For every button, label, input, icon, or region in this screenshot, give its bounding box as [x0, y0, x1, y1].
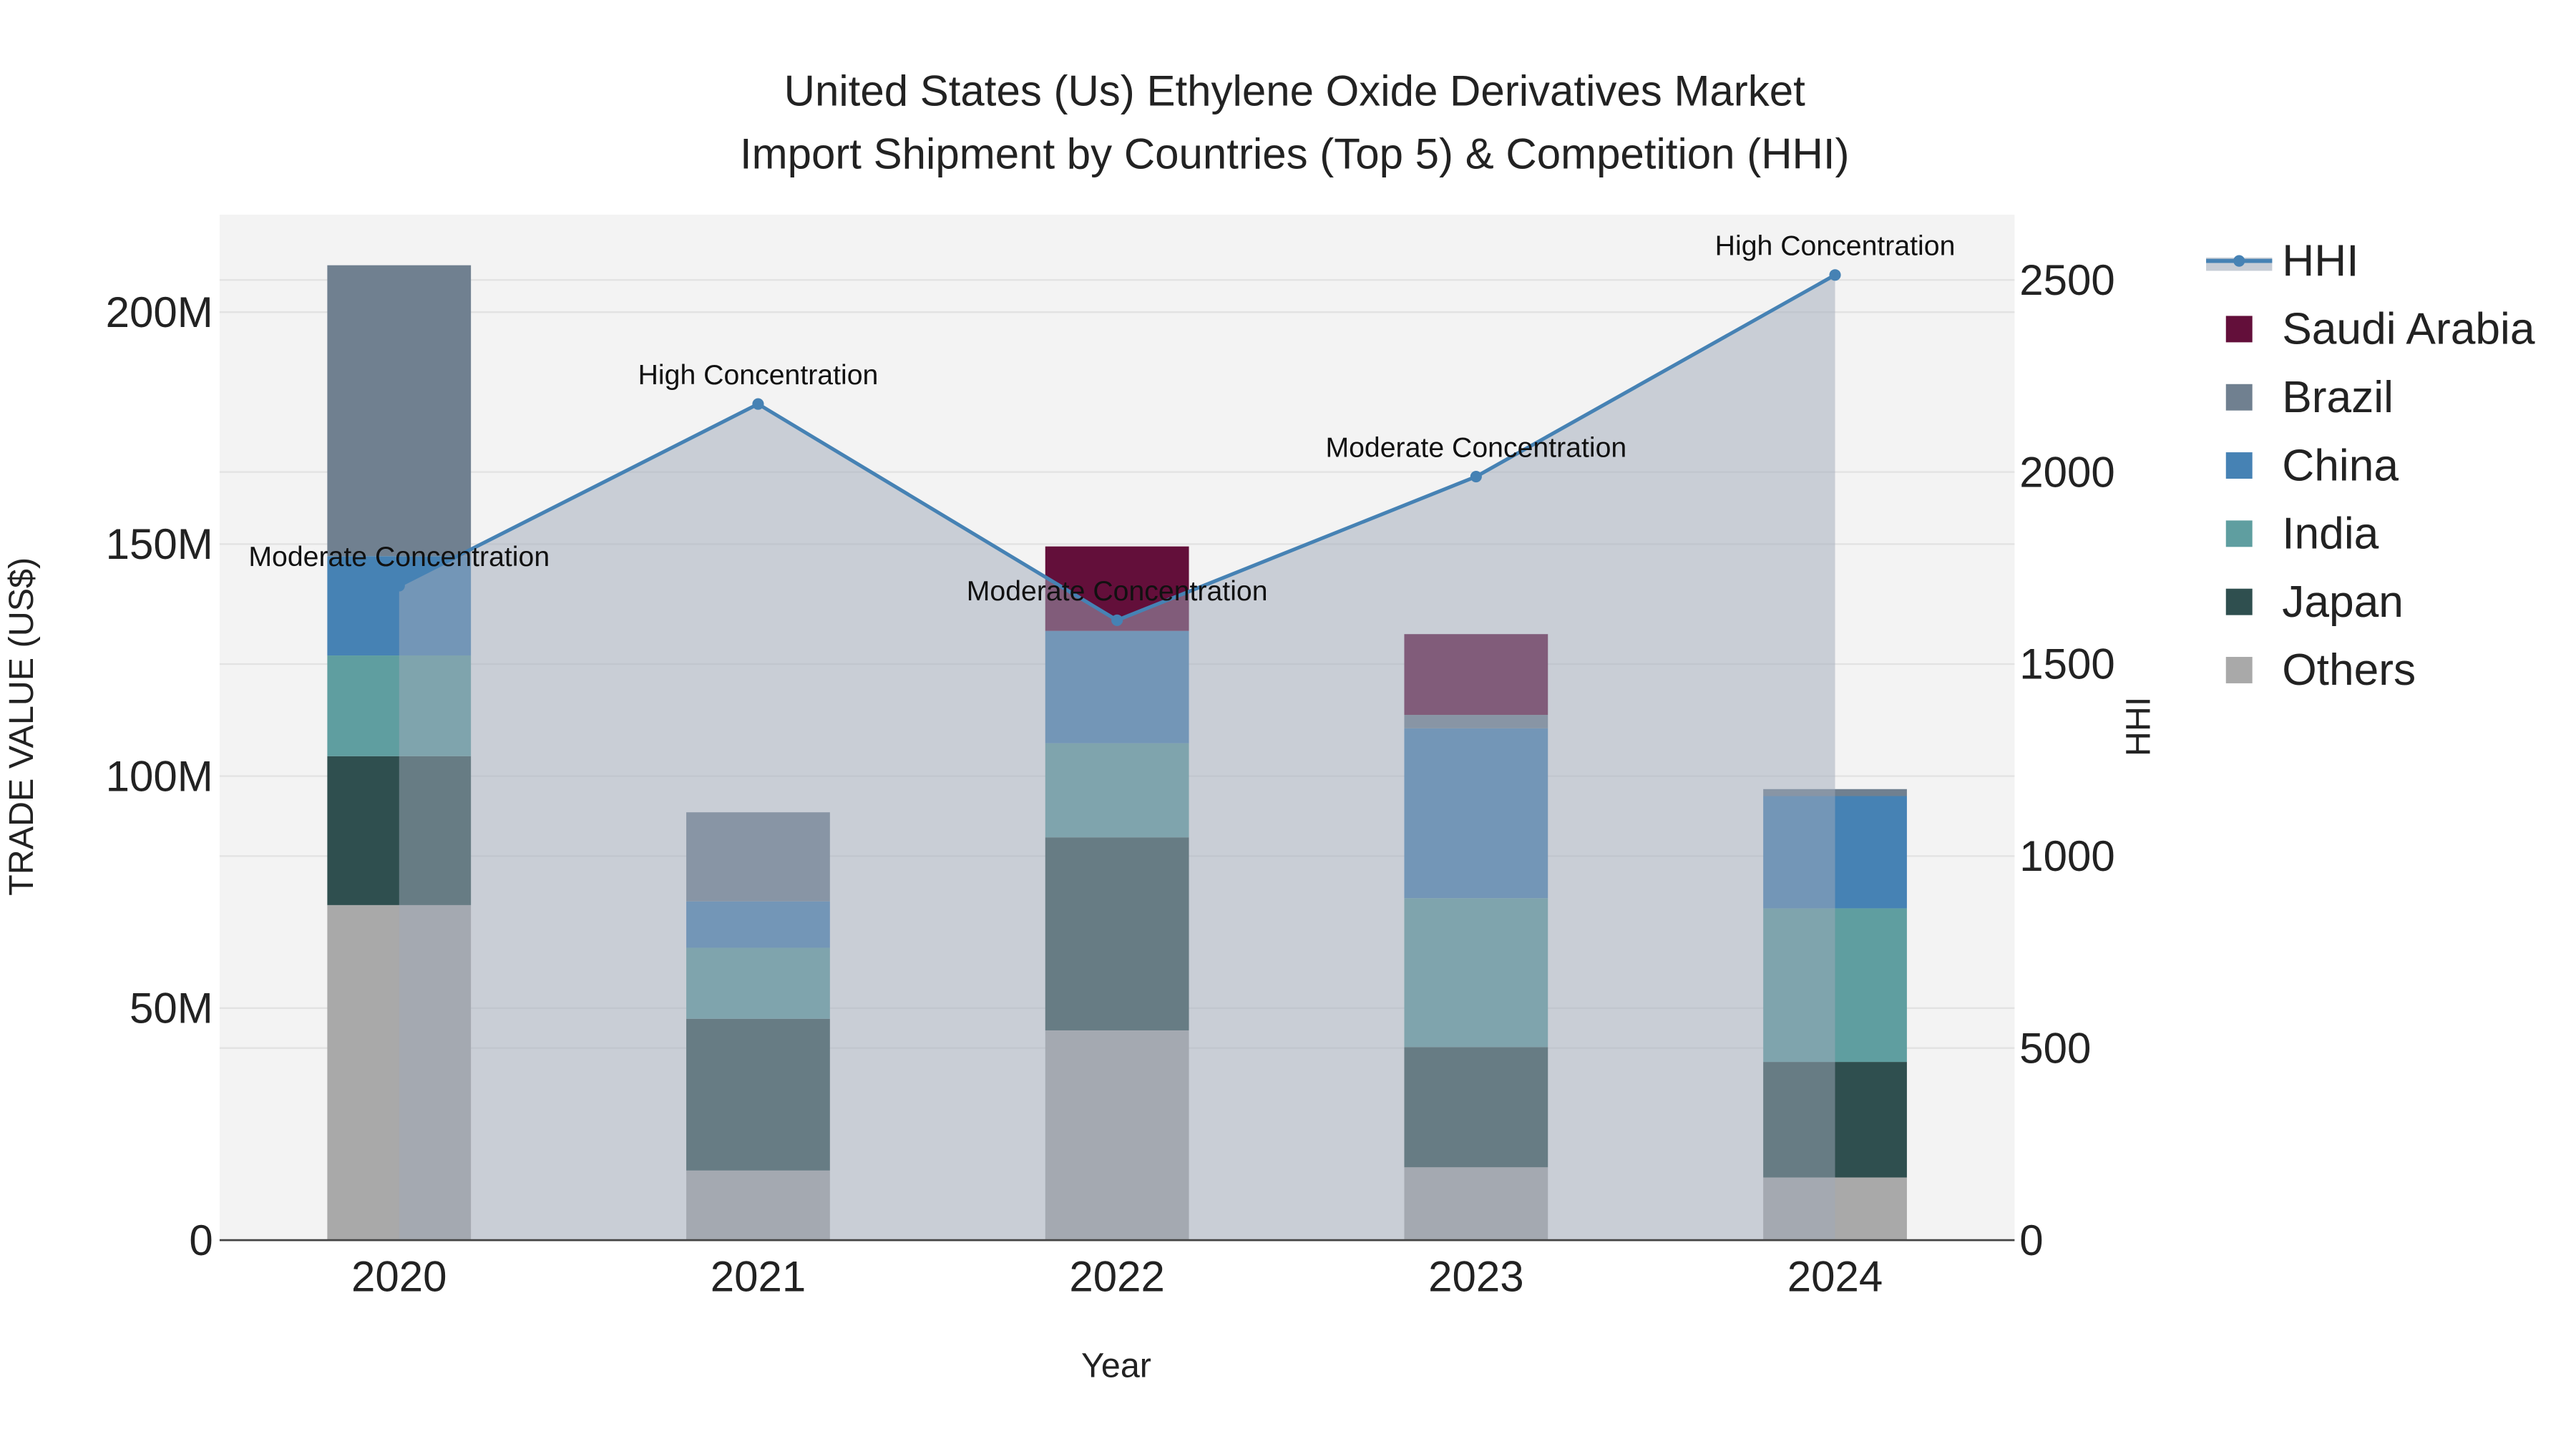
hhi-point [752, 398, 764, 410]
y2-tick-label: 1000 [2019, 832, 2114, 880]
hhi-annotation: High Concentration [1715, 230, 1956, 262]
hhi-annotation: Moderate Concentration [967, 575, 1268, 607]
legend-swatch [2225, 316, 2253, 343]
bar-brazil [327, 265, 472, 557]
legend-hhi-marker [2233, 255, 2245, 267]
y2-tick-label: 2500 [2019, 256, 2114, 304]
y-tick-label: 100M [106, 752, 213, 800]
legend-swatch [2225, 657, 2253, 683]
hhi-annotation: Moderate Concentration [1325, 431, 1626, 463]
y2-axis-title: HHI [2119, 697, 2158, 756]
legend-swatch [2225, 384, 2253, 411]
y-tick-label: 0 [189, 1216, 213, 1264]
y-tick-label: 150M [106, 520, 213, 568]
legend-swatch [2225, 588, 2253, 615]
x-tick-label: 2024 [1787, 1253, 1883, 1301]
x-tick-label: 2022 [1069, 1253, 1164, 1301]
legend-swatch [2225, 520, 2253, 547]
hhi-annotation: Moderate Concentration [248, 541, 550, 572]
legend-label: Saudi Arabia [2282, 305, 2535, 354]
y2-tick-label: 500 [2019, 1024, 2091, 1072]
y-axis-title: TRADE VALUE (US$) [2, 557, 41, 896]
y-tick-label: 200M [106, 288, 213, 336]
hhi-annotation: High Concentration [638, 359, 879, 391]
y2-tick-label: 2000 [2019, 448, 2114, 496]
y2-tick-label: 1500 [2019, 640, 2114, 688]
hhi-point [1111, 614, 1123, 626]
legend-label: India [2282, 509, 2379, 559]
chart-title-line2: Import Shipment by Countries (Top 5) & C… [740, 130, 1850, 177]
hhi-point [1470, 470, 1482, 483]
x-tick-label: 2021 [711, 1253, 806, 1301]
x-tick-label: 2020 [351, 1253, 447, 1301]
x-tick-label: 2023 [1428, 1253, 1523, 1301]
y2-tick-label: 0 [2019, 1216, 2043, 1264]
legend-label: Japan [2282, 577, 2404, 627]
legend-label: HHI [2282, 236, 2358, 286]
hhi-point [393, 580, 405, 592]
chart: Moderate Concentration High Concentration… [0, 0, 2576, 1449]
hhi-point [1829, 269, 1841, 281]
legend-label: Others [2282, 645, 2416, 695]
legend-label: China [2282, 441, 2399, 490]
x-axis-title: Year [1081, 1347, 1151, 1385]
chart-title-line1: United States (Us) Ethylene Oxide Deriva… [784, 67, 1806, 115]
y-tick-label: 50M [130, 985, 213, 1033]
legend-swatch [2225, 452, 2253, 479]
legend-label: Brazil [2282, 373, 2394, 422]
